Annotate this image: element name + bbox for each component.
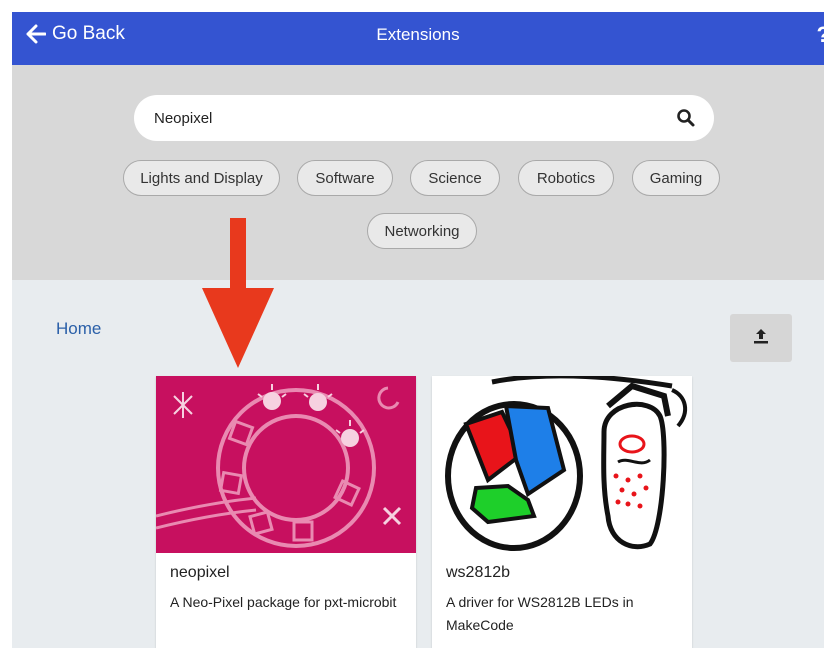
category-robotics[interactable]: Robotics	[518, 160, 614, 196]
search-input[interactable]	[154, 95, 654, 141]
category-science[interactable]: Science	[410, 160, 500, 196]
upload-icon	[752, 327, 770, 350]
content-area: Home	[12, 280, 824, 648]
help-icon[interactable]: ?	[817, 22, 824, 48]
arrow-down-icon	[202, 218, 274, 373]
upload-button[interactable]	[730, 314, 792, 362]
card-name: neopixel	[170, 564, 230, 581]
category-software[interactable]: Software	[297, 160, 393, 196]
header-bar: Go Back Extensions ?	[12, 12, 824, 65]
breadcrumb-home[interactable]: Home	[56, 319, 101, 339]
card-description: A Neo-Pixel package for pxt-microbit	[170, 594, 397, 610]
ws2812b-image	[432, 376, 692, 553]
search-area: Lights and Display Software Science Robo…	[12, 65, 824, 280]
extension-card-ws2812b[interactable]: ws2812b A driver for WS2812B LEDs in Mak…	[432, 376, 692, 648]
page-title: Extensions	[376, 25, 460, 44]
neopixel-image	[156, 376, 416, 553]
card-description: A driver for WS2812B LEDs in MakeCode	[446, 594, 634, 633]
search-box	[134, 95, 714, 141]
card-name: ws2812b	[446, 564, 511, 581]
search-icon[interactable]	[676, 108, 696, 128]
extensions-dialog: Go Back Extensions ? Lights and Display …	[12, 12, 824, 648]
extension-card-neopixel[interactable]: neopixel A Neo-Pixel package for pxt-mic…	[156, 376, 416, 648]
category-gaming[interactable]: Gaming	[632, 160, 720, 196]
category-networking[interactable]: Networking	[367, 213, 477, 249]
category-lights-and-display[interactable]: Lights and Display	[123, 160, 280, 196]
